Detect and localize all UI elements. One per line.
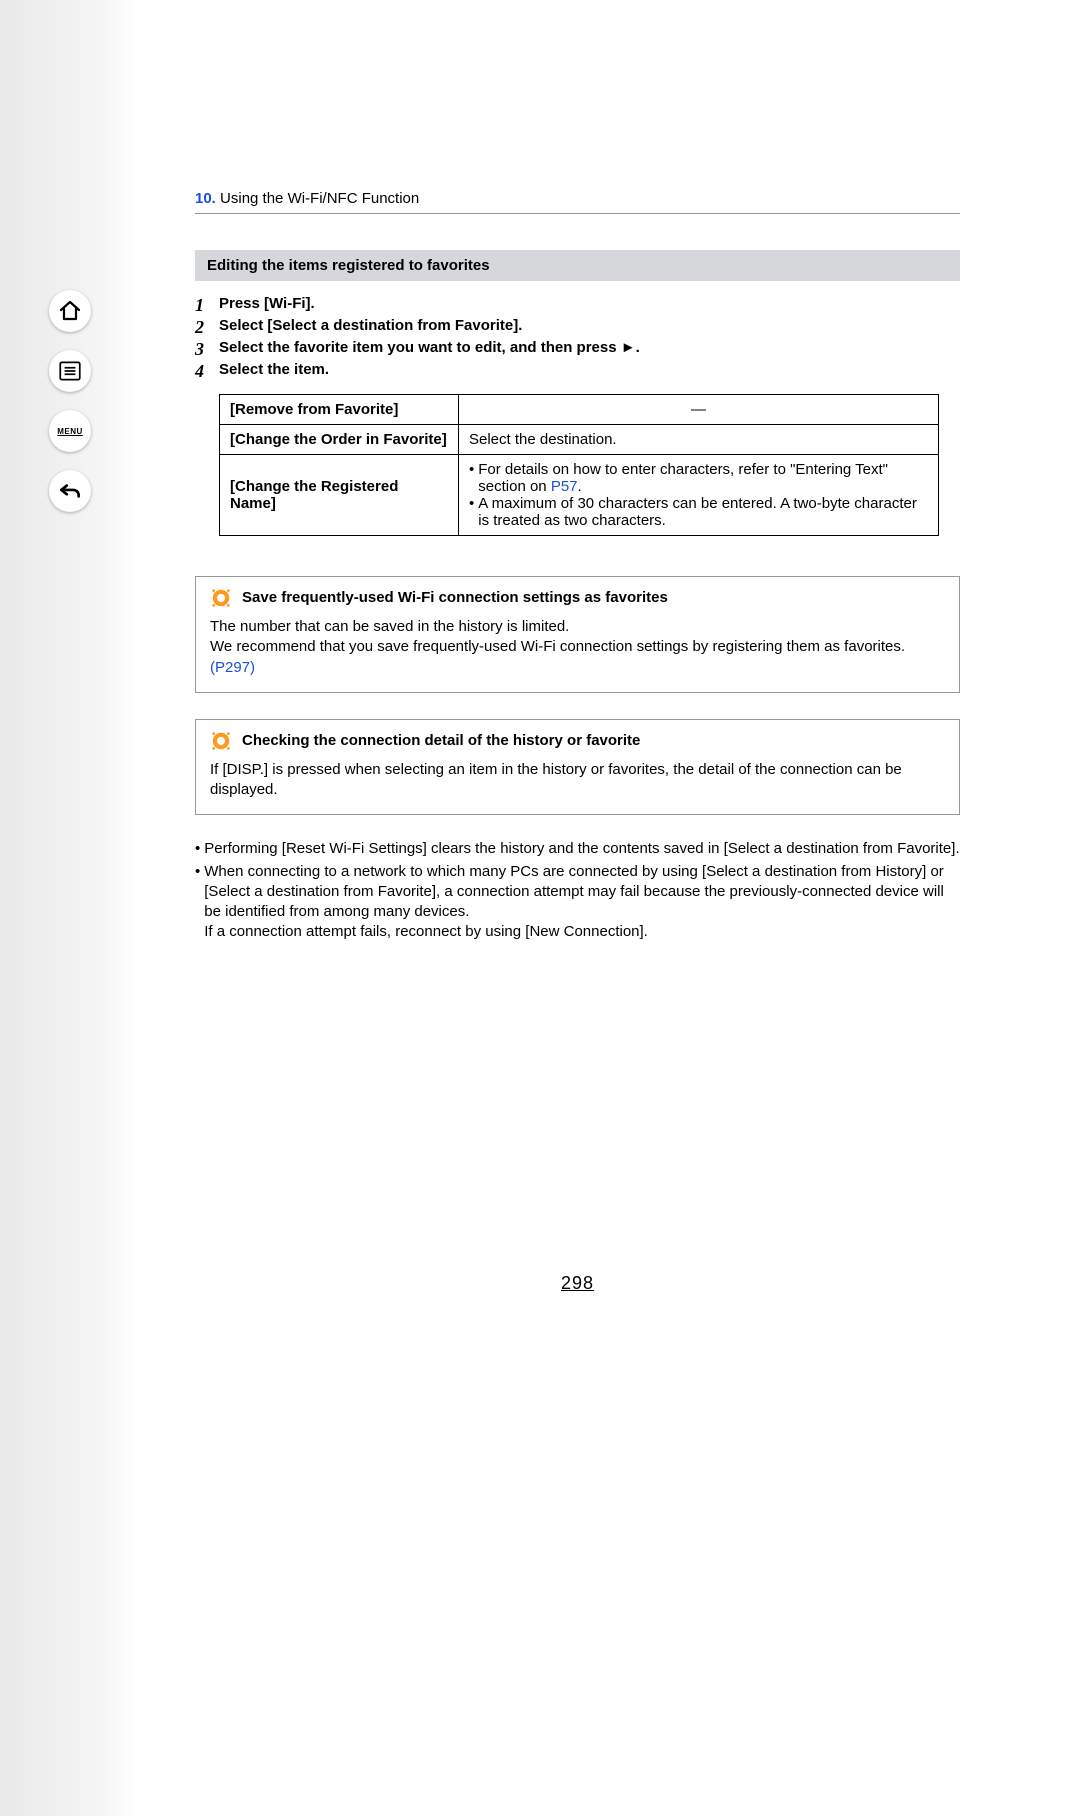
step-text: Select [Select a destination from Favori… bbox=[219, 317, 960, 338]
options-table: [Remove from Favorite] — [Change the Ord… bbox=[219, 394, 939, 536]
chapter-title: Using the Wi-Fi/NFC Function bbox=[220, 190, 419, 207]
table-cell-label: [Remove from Favorite] bbox=[220, 395, 459, 425]
table-row: [Remove from Favorite] — bbox=[220, 395, 939, 425]
tip-body: If [DISP.] is pressed when selecting an … bbox=[210, 760, 945, 801]
table-cell-value: — bbox=[459, 395, 939, 425]
table-cell-value: •For details on how to enter characters,… bbox=[459, 455, 939, 536]
step-number: 3 bbox=[195, 339, 219, 360]
back-icon[interactable] bbox=[49, 470, 91, 512]
toc-icon[interactable] bbox=[49, 350, 91, 392]
step-number: 2 bbox=[195, 317, 219, 338]
page-number: 298 bbox=[195, 1273, 960, 1294]
step-text: Press [Wi-Fi]. bbox=[219, 295, 960, 316]
page-link[interactable]: (P297) bbox=[210, 659, 255, 676]
table-row: [Change the Order in Favorite] Select th… bbox=[220, 425, 939, 455]
home-icon[interactable] bbox=[49, 290, 91, 332]
table-row: [Change the Registered Name] •For detail… bbox=[220, 455, 939, 536]
tip-body: We recommend that you save frequently-us… bbox=[210, 637, 945, 678]
table-cell-value: Select the destination. bbox=[459, 425, 939, 455]
chapter-number: 10. bbox=[195, 190, 216, 207]
step-number: 4 bbox=[195, 361, 219, 382]
tip-box: Save frequently-used Wi-Fi connection se… bbox=[195, 576, 960, 693]
footnote-text: Performing [Reset Wi-Fi Settings] clears… bbox=[204, 839, 959, 859]
step-number: 1 bbox=[195, 295, 219, 316]
sidebar: MENU bbox=[0, 0, 140, 1816]
chapter-header: 10. Using the Wi-Fi/NFC Function bbox=[195, 190, 960, 214]
table-cell-label: [Change the Order in Favorite] bbox=[220, 425, 459, 455]
tip-icon bbox=[210, 730, 232, 752]
steps-list: 1 Press [Wi-Fi]. 2 Select [Select a dest… bbox=[195, 295, 960, 382]
tip-title: Checking the connection detail of the hi… bbox=[242, 731, 640, 751]
page-link[interactable]: P57 bbox=[551, 478, 578, 495]
step-text: Select the favorite item you want to edi… bbox=[219, 339, 960, 360]
tip-icon bbox=[210, 587, 232, 609]
menu-button[interactable]: MENU bbox=[49, 410, 91, 452]
tip-title: Save frequently-used Wi-Fi connection se… bbox=[242, 588, 668, 608]
table-cell-label: [Change the Registered Name] bbox=[220, 455, 459, 536]
section-bar: Editing the items registered to favorite… bbox=[195, 250, 960, 281]
footnotes: •Performing [Reset Wi-Fi Settings] clear… bbox=[195, 839, 960, 942]
footnote-text: When connecting to a network to which ma… bbox=[204, 862, 960, 943]
tip-box: Checking the connection detail of the hi… bbox=[195, 719, 960, 816]
step-text: Select the item. bbox=[219, 361, 960, 382]
tip-body: The number that can be saved in the hist… bbox=[210, 617, 945, 637]
